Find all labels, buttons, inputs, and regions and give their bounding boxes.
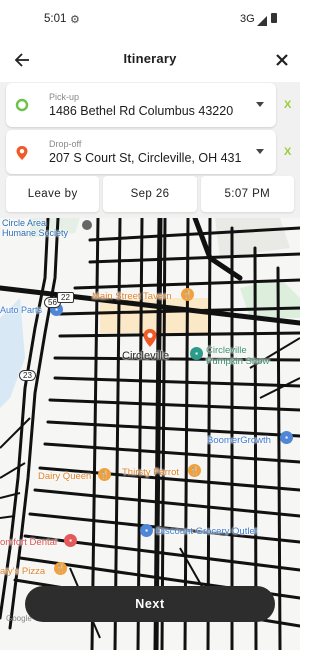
- clear-pickup-button[interactable]: X: [284, 99, 291, 111]
- map-pin-icon: [15, 145, 29, 166]
- restaurant-icon-dairy-queen[interactable]: 🍴: [98, 468, 111, 481]
- map-label-auto-parts[interactable]: Auto Parts: [0, 305, 42, 315]
- signal-icon: [257, 13, 267, 31]
- itinerary-panel: Pick-up 1486 Bethel Rd Columbus 43220 X …: [0, 82, 300, 218]
- network-type: 3G: [240, 13, 255, 25]
- date-selector[interactable]: Sep 26: [103, 176, 197, 212]
- battery-icon: [271, 13, 277, 23]
- dropoff-field[interactable]: Drop-off 207 S Court St, Circleville, OH…: [6, 130, 276, 174]
- time-selector[interactable]: 5:07 PM: [200, 176, 294, 212]
- store-icon[interactable]: ▪: [280, 431, 293, 444]
- route-22-shield: 22: [57, 292, 74, 303]
- restaurant-icon-thirsty-parrot[interactable]: 🍴: [188, 464, 201, 477]
- pickup-label: Pick-up: [49, 92, 80, 102]
- schedule-row: Leave by Sep 26 5:07 PM: [6, 176, 294, 212]
- next-button[interactable]: Next: [25, 586, 275, 622]
- map-label-thirsty-parrot[interactable]: Thirsty Parrot: [122, 467, 179, 478]
- pickup-circle-icon: [15, 98, 29, 117]
- animal-shelter-icon[interactable]: [82, 220, 92, 230]
- map-label-discount-grocery[interactable]: Discount Grocery Outlet: [156, 526, 257, 537]
- app-bar: Itinerary: [0, 38, 300, 82]
- leave-by-selector[interactable]: Leave by: [6, 176, 100, 212]
- landmark-icon[interactable]: ▪: [190, 347, 203, 360]
- restaurant-icon-pizza[interactable]: 🍴: [54, 562, 67, 575]
- status-time: 5:01: [44, 13, 67, 25]
- google-logo: Google: [6, 614, 32, 623]
- map-label-pizza[interactable]: aty's Pizza: [0, 566, 45, 577]
- settings-gear-icon: ⚙: [70, 14, 80, 26]
- status-bar: 5:01 ⚙ 3G: [0, 0, 300, 38]
- page-title: Itinerary: [123, 51, 177, 66]
- grocery-cart-icon[interactable]: ▪: [140, 524, 153, 537]
- route-23-shield: 23: [19, 370, 36, 381]
- dropoff-address[interactable]: 207 S Court St, Circleville, OH 431: [49, 151, 241, 165]
- map-label-pumpkin-show[interactable]: Circleville Pumpkin Show: [206, 345, 269, 367]
- map-label-boomer-growth[interactable]: BoomerGrowth: [207, 435, 271, 446]
- clear-dropoff-button[interactable]: X: [284, 146, 291, 158]
- destination-pin-icon[interactable]: [142, 328, 158, 348]
- map-label-humane-society[interactable]: Circle Area Humane Society: [2, 218, 68, 238]
- map-label-circleville: Circleville: [122, 350, 170, 362]
- dropoff-dropdown-icon[interactable]: [256, 149, 264, 154]
- map-label-dairy-queen[interactable]: Dairy Queen: [38, 471, 91, 482]
- pickup-address[interactable]: 1486 Bethel Rd Columbus 43220: [49, 104, 233, 118]
- restaurant-icon[interactable]: 🍴: [181, 288, 194, 301]
- close-icon[interactable]: [270, 48, 294, 72]
- dropoff-label: Drop-off: [49, 139, 82, 149]
- map-label-main-street-tavern[interactable]: Main Street Tavern: [92, 291, 172, 302]
- map-label-comfort-dental[interactable]: omfort Dental: [0, 537, 57, 548]
- pickup-field[interactable]: Pick-up 1486 Bethel Rd Columbus 43220: [6, 83, 276, 127]
- pickup-dropdown-icon[interactable]: [256, 102, 264, 107]
- dental-icon[interactable]: ▪: [64, 534, 77, 547]
